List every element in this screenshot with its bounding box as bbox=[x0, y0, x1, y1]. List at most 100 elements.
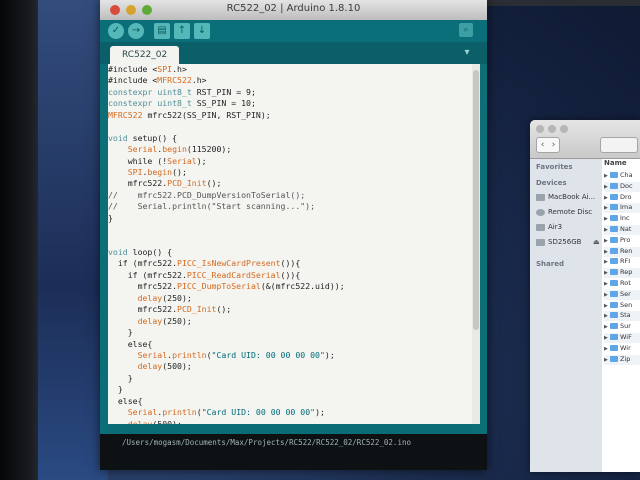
folder-icon bbox=[610, 269, 618, 276]
list-item[interactable]: ▶ Doc bbox=[604, 181, 640, 192]
list-item[interactable]: ▶ Inc bbox=[604, 214, 630, 224]
finder-minimize-button[interactable] bbox=[548, 125, 556, 133]
code-line: MFRC522 mfrc522(SS_PIN, RST_PIN); bbox=[108, 109, 271, 120]
finder-close-button[interactable] bbox=[536, 125, 544, 133]
code-line: SPI.begin(); bbox=[127, 166, 187, 177]
code-line: else{ bbox=[108, 338, 153, 349]
arduino-window: RC522_02 | Arduino 1.8.10 ✓ → ▤ ↑ ↓ ⌕ RC… bbox=[100, 0, 487, 470]
console-area: /Users/mogasm/Documents/Max/Projects/RC5… bbox=[100, 434, 487, 470]
sd-card-icon bbox=[536, 238, 545, 246]
folder-icon bbox=[610, 182, 618, 189]
folder-name: WiF bbox=[620, 333, 632, 341]
editor-scroll-thumb[interactable] bbox=[473, 70, 479, 330]
list-item[interactable]: ▶ Rot bbox=[604, 279, 631, 289]
tab-menu-button[interactable]: ▾ bbox=[461, 47, 473, 59]
folder-icon bbox=[610, 172, 618, 178]
folder-name: Dro bbox=[620, 192, 632, 201]
sidebar-item-remote-disc[interactable]: Remote Disc bbox=[536, 208, 592, 216]
code-line: while (!Serial); bbox=[108, 155, 207, 166]
list-item[interactable]: ▶ Ser bbox=[604, 289, 640, 300]
shared-heading: Shared bbox=[536, 260, 564, 268]
upload-button[interactable]: → bbox=[128, 23, 144, 39]
arrow-up-icon: ↑ bbox=[177, 25, 187, 36]
list-item[interactable]: ▶ Wir bbox=[604, 344, 631, 354]
code-line: } bbox=[108, 384, 123, 395]
folder-icon bbox=[610, 280, 618, 286]
folder-name: RFI bbox=[620, 257, 631, 266]
save-sketch-button[interactable]: ↓ bbox=[194, 23, 210, 39]
folder-name: Cha bbox=[620, 171, 633, 179]
code-line: // Serial.println("Start scanning..."); bbox=[108, 201, 316, 212]
list-item[interactable]: ▶ RFI bbox=[604, 257, 630, 267]
finder-file-list: Name ▶ Cha ▶ Doc ▶ Dro ▶ Ima ▶ Inc ▶ Nat ▶ Pro ▶ Ren ▶ RF… bbox=[602, 159, 640, 472]
monitor-bezel-left bbox=[0, 0, 38, 480]
list-item[interactable]: ▶ Sur bbox=[604, 322, 631, 332]
list-item[interactable]: ▶ WiF bbox=[604, 333, 640, 343]
list-item[interactable]: ▶ Ima bbox=[604, 203, 640, 214]
folder-name: Zip bbox=[620, 354, 631, 363]
folder-name: Sen bbox=[620, 300, 633, 309]
folder-icon bbox=[610, 247, 618, 254]
finder-zoom-button[interactable] bbox=[560, 125, 568, 133]
folder-name: Sur bbox=[620, 322, 631, 331]
folder-name: Inc bbox=[620, 214, 630, 223]
folder-name: Rep bbox=[620, 268, 633, 277]
list-item[interactable]: ▶ Nat bbox=[604, 225, 640, 235]
folder-name: Rot bbox=[620, 279, 631, 287]
window-titlebar[interactable]: RC522_02 | Arduino 1.8.10 bbox=[100, 0, 487, 21]
list-item[interactable]: ▶ Cha bbox=[604, 171, 633, 181]
sidebar-item-air3[interactable]: Air3 bbox=[536, 223, 562, 231]
laptop-icon bbox=[536, 193, 545, 201]
back-forward-buttons[interactable]: ‹ › bbox=[536, 137, 560, 153]
toolbar: ✓ → ▤ ↑ ↓ ⌕ bbox=[100, 20, 487, 42]
finder-titlebar[interactable]: ‹ › bbox=[530, 120, 640, 159]
code-line: #include <MFRC522.h> bbox=[108, 75, 207, 86]
serial-monitor-button[interactable]: ⌕ bbox=[459, 23, 473, 37]
code-line: void loop() { bbox=[108, 247, 173, 257]
tab-bar: RC522_02 ▾ bbox=[100, 42, 487, 64]
folder-icon bbox=[610, 323, 618, 330]
back-arrow-icon[interactable]: ‹ bbox=[537, 138, 548, 152]
view-mode-buttons[interactable] bbox=[600, 137, 638, 153]
sidebar-item-sd256gb[interactable]: SD256GB bbox=[536, 238, 581, 246]
list-item[interactable]: ▶ Rep bbox=[604, 268, 640, 279]
new-sketch-button[interactable]: ▤ bbox=[154, 23, 170, 39]
sidebar-item-macbook[interactable]: MacBook Ai... bbox=[536, 193, 595, 201]
list-item[interactable]: ▶ Ren bbox=[604, 246, 640, 257]
folder-name: Doc bbox=[620, 181, 633, 190]
folder-icon bbox=[610, 312, 618, 319]
open-sketch-button[interactable]: ↑ bbox=[174, 23, 190, 39]
list-item[interactable]: ▶ Zip bbox=[604, 354, 640, 365]
verify-button[interactable]: ✓ bbox=[108, 23, 124, 39]
name-column-header[interactable]: Name bbox=[604, 159, 627, 167]
code-line: Serial.println("Card UID: 00 00 00 00"); bbox=[127, 407, 325, 418]
code-line: mfrc522.PCD_Init(); bbox=[108, 304, 232, 315]
list-item[interactable]: ▶ Sta bbox=[604, 311, 640, 322]
file-path-status: /Users/mogasm/Documents/Max/Projects/RC5… bbox=[122, 438, 411, 447]
list-item[interactable]: ▶ Sen bbox=[604, 301, 632, 311]
list-item[interactable]: ▶ Dro bbox=[604, 193, 632, 203]
folder-icon bbox=[610, 344, 618, 351]
code-line: if (mfrc522.PICC_IsNewCardPresent()){ bbox=[108, 258, 301, 269]
code-editor[interactable]: #include <SPI.h> #include <MFRC522.h> cons… bbox=[108, 64, 472, 424]
code-line: mfrc522.PICC_DumpToSerial(&(mfrc522.uid)… bbox=[108, 281, 345, 292]
check-icon: ✓ bbox=[111, 25, 121, 36]
folder-name: Ren bbox=[620, 246, 633, 255]
folder-name: Sta bbox=[620, 311, 631, 320]
folder-icon bbox=[610, 236, 618, 243]
tab-rc522-02[interactable]: RC522_02 bbox=[110, 46, 180, 64]
desktop-wallpaper bbox=[38, 0, 108, 480]
drive-icon bbox=[536, 223, 545, 231]
list-item[interactable]: ▶ Pro bbox=[604, 236, 630, 246]
forward-arrow-icon[interactable]: › bbox=[548, 138, 559, 152]
folder-icon bbox=[610, 258, 618, 265]
folder-name: Ima bbox=[620, 203, 633, 212]
code-line: else{ bbox=[108, 395, 143, 406]
code-line: } bbox=[108, 212, 113, 223]
console-divider[interactable] bbox=[108, 424, 472, 434]
arrow-right-icon: → bbox=[131, 25, 141, 36]
code-line: if (mfrc522.PICC_ReadCardSerial()){ bbox=[108, 269, 301, 280]
favorites-heading: Favorites bbox=[536, 163, 573, 171]
eject-icon[interactable]: ⏏ bbox=[593, 238, 600, 246]
